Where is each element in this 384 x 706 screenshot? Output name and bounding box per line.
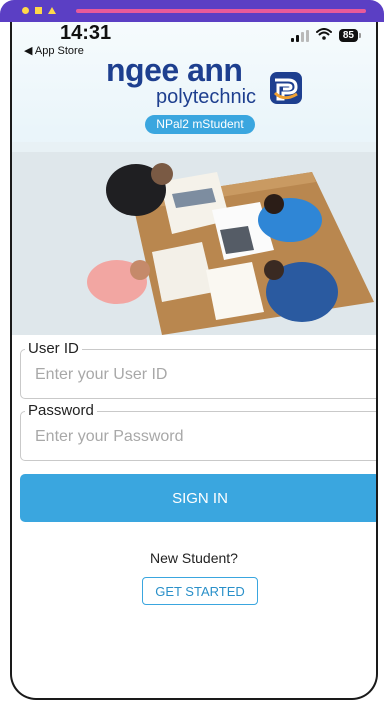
phone-screen: 14:31 ◀ App Store 85 ngee ann polytechni… <box>10 22 378 700</box>
window-controls <box>22 7 56 14</box>
password-field: Password <box>20 402 376 461</box>
brand-subtitle: polytechnic <box>156 86 257 108</box>
window-strip-bar <box>76 9 366 13</box>
students-photo <box>12 142 376 335</box>
window-dot-icon[interactable] <box>22 7 29 14</box>
status-indicators: 85 <box>290 28 362 43</box>
user-id-field: User ID <box>20 340 376 399</box>
app-window: 14:31 ◀ App Store 85 ngee ann polytechni… <box>0 0 384 706</box>
np-logo-icon <box>270 72 302 104</box>
wifi-icon <box>315 28 332 43</box>
app-name-badge: NPal2 mStudent <box>145 115 255 134</box>
hero-header: 14:31 ◀ App Store 85 ngee ann polytechni… <box>12 22 376 335</box>
window-square-icon[interactable] <box>35 7 42 14</box>
new-student-prompt: New Student? <box>150 550 238 566</box>
brand-logo: ngee ann polytechnic <box>106 52 306 112</box>
get-started-button[interactable]: GET STARTED <box>142 577 258 605</box>
user-id-label: User ID <box>25 340 82 357</box>
password-label: Password <box>25 402 97 419</box>
battery-icon: 85 <box>338 29 362 42</box>
signal-icon <box>290 29 309 42</box>
window-triangle-icon[interactable] <box>48 7 56 14</box>
user-id-input[interactable] <box>33 360 367 390</box>
brand-name: ngee ann <box>106 52 243 88</box>
sign-in-button[interactable]: SIGN IN <box>20 474 376 522</box>
status-time: 14:31 <box>60 22 112 44</box>
window-title-strip <box>0 0 384 22</box>
password-input[interactable] <box>33 422 367 452</box>
back-to-app-store[interactable]: ◀ App Store <box>24 44 84 57</box>
